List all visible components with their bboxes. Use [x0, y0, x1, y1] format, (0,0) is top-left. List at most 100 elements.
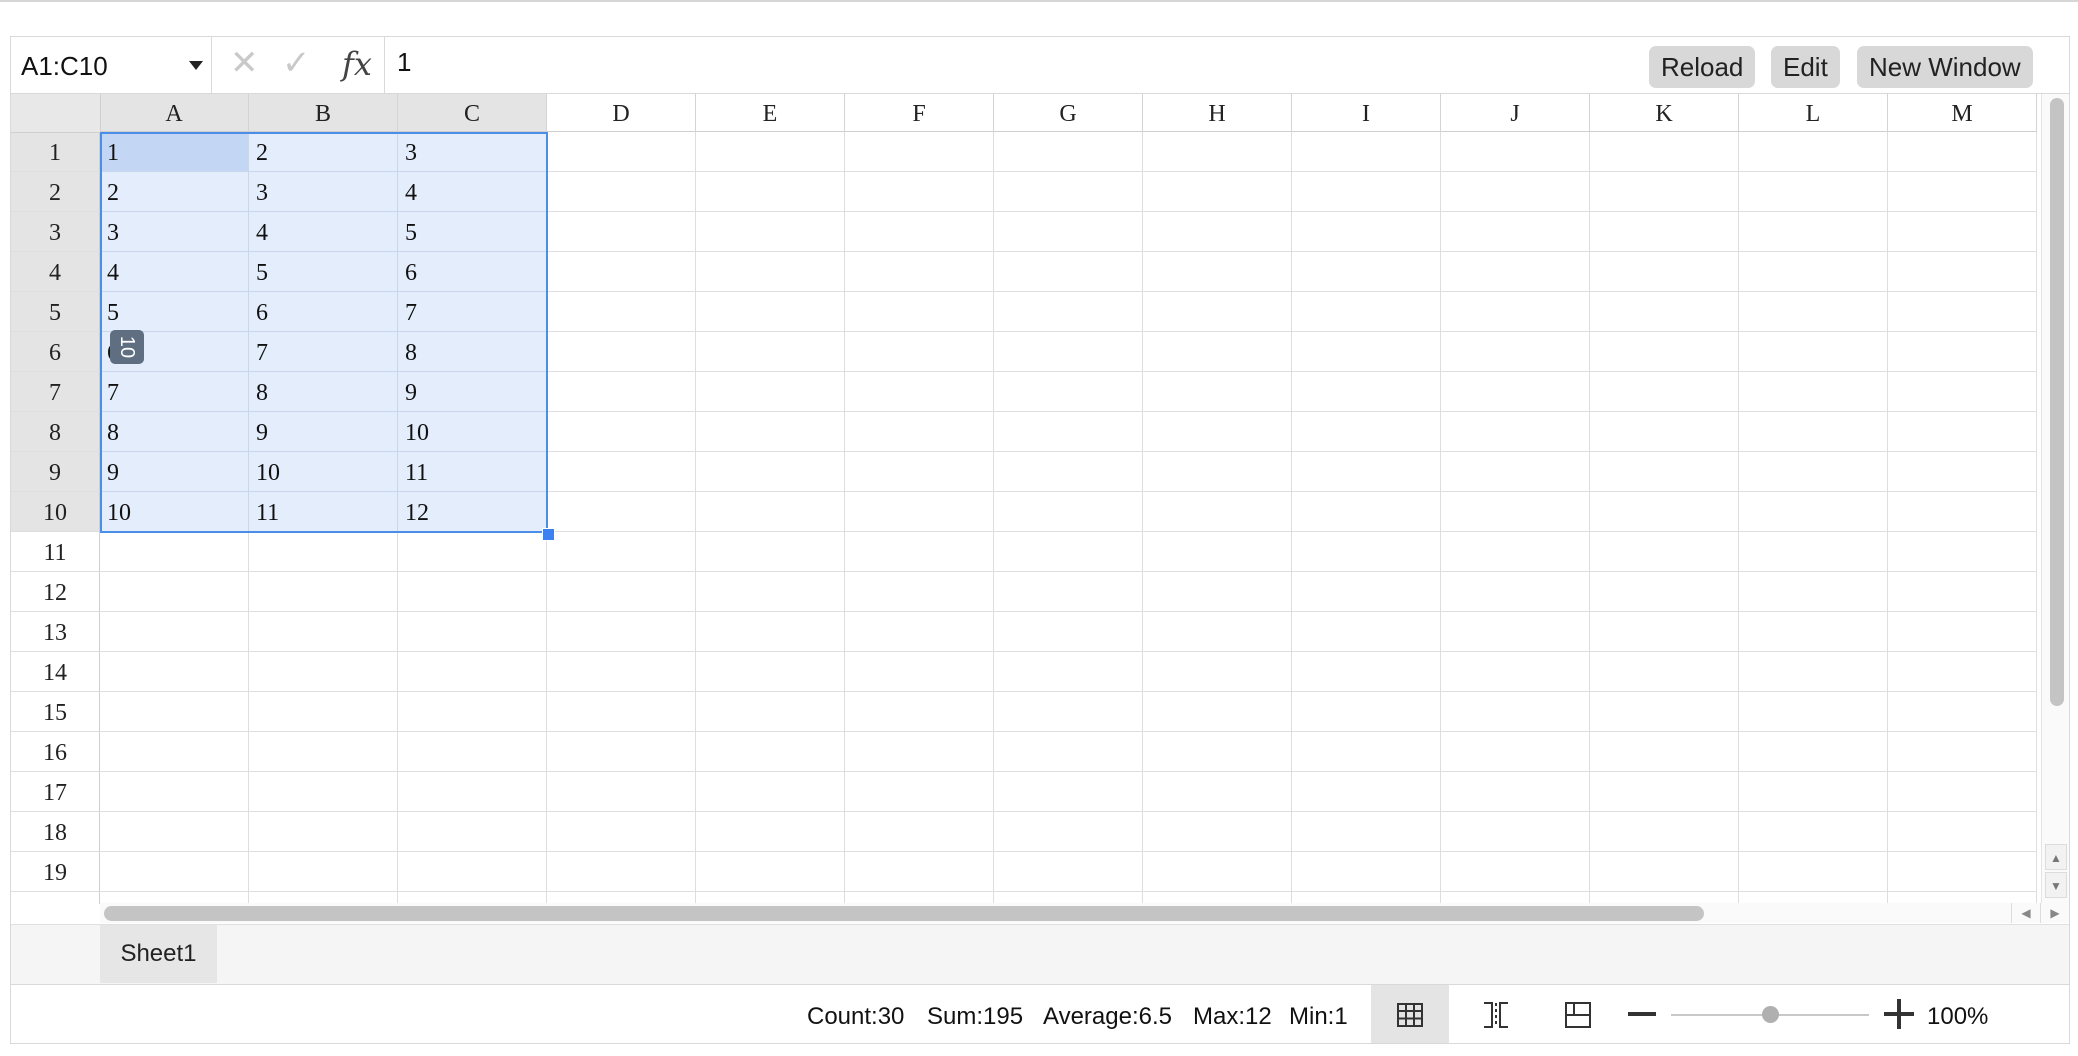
cell-l14[interactable] — [1739, 652, 1888, 692]
plus-icon[interactable] — [1884, 999, 1914, 1029]
cell-i15[interactable] — [1292, 692, 1441, 732]
cell-i17[interactable] — [1292, 772, 1441, 812]
cell-f17[interactable] — [845, 772, 994, 812]
cell-j8[interactable] — [1441, 412, 1590, 452]
cell-m7[interactable] — [1888, 372, 2037, 412]
cell-m14[interactable] — [1888, 652, 2037, 692]
cell-f1[interactable] — [845, 132, 994, 172]
cell-f11[interactable] — [845, 532, 994, 572]
cell-f13[interactable] — [845, 612, 994, 652]
cell-e16[interactable] — [696, 732, 845, 772]
cell-m18[interactable] — [1888, 812, 2037, 852]
cell-g12[interactable] — [994, 572, 1143, 612]
row-header-18[interactable]: 18 — [11, 812, 100, 852]
row-header-15[interactable]: 15 — [11, 692, 100, 732]
cell-f3[interactable] — [845, 212, 994, 252]
cell-h13[interactable] — [1143, 612, 1292, 652]
cell-i2[interactable] — [1292, 172, 1441, 212]
cell-a14[interactable] — [100, 652, 249, 692]
cell-a18[interactable] — [100, 812, 249, 852]
row-header-2[interactable]: 2 — [11, 172, 100, 212]
cell-f7[interactable] — [845, 372, 994, 412]
horizontal-scroll-thumb[interactable] — [104, 906, 1704, 921]
cell-b6[interactable]: 7 — [249, 332, 398, 372]
cell-g19[interactable] — [994, 852, 1143, 892]
cell-k8[interactable] — [1590, 412, 1739, 452]
row-header-19[interactable]: 19 — [11, 852, 100, 892]
cell-h17[interactable] — [1143, 772, 1292, 812]
cell-g1[interactable] — [994, 132, 1143, 172]
row-header-8[interactable]: 8 — [11, 412, 100, 452]
cell-h14[interactable] — [1143, 652, 1292, 692]
cell-j3[interactable] — [1441, 212, 1590, 252]
cell-h12[interactable] — [1143, 572, 1292, 612]
cell-g11[interactable] — [994, 532, 1143, 572]
cell-a16[interactable] — [100, 732, 249, 772]
cell-j7[interactable] — [1441, 372, 1590, 412]
cell-h4[interactable] — [1143, 252, 1292, 292]
row-header-5[interactable]: 5 — [11, 292, 100, 332]
cell-m10[interactable] — [1888, 492, 2037, 532]
cell-h1[interactable] — [1143, 132, 1292, 172]
cell-a11[interactable] — [100, 532, 249, 572]
cell-g2[interactable] — [994, 172, 1143, 212]
cell-f2[interactable] — [845, 172, 994, 212]
close-icon[interactable]: ✕ — [230, 43, 259, 83]
cell-b8[interactable]: 9 — [249, 412, 398, 452]
cell-e15[interactable] — [696, 692, 845, 732]
cell-l2[interactable] — [1739, 172, 1888, 212]
fill-handle[interactable] — [542, 528, 555, 541]
scroll-left-icon[interactable]: ◀ — [2011, 903, 2040, 923]
cell-k4[interactable] — [1590, 252, 1739, 292]
cell-i11[interactable] — [1292, 532, 1441, 572]
cell-m5[interactable] — [1888, 292, 2037, 332]
cell-e17[interactable] — [696, 772, 845, 812]
cell-c16[interactable] — [398, 732, 547, 772]
cell-m12[interactable] — [1888, 572, 2037, 612]
cell-j11[interactable] — [1441, 532, 1590, 572]
cell-b5[interactable]: 6 — [249, 292, 398, 332]
reload-button[interactable]: Reload — [1649, 46, 1756, 88]
cell-c11[interactable] — [398, 532, 547, 572]
cell-a5[interactable]: 5 — [100, 292, 249, 332]
cell-i9[interactable] — [1292, 452, 1441, 492]
cell-j5[interactable] — [1441, 292, 1590, 332]
column-header-a[interactable]: A — [100, 94, 249, 132]
row-header-12[interactable]: 12 — [11, 572, 100, 612]
cell-i7[interactable] — [1292, 372, 1441, 412]
cell-l9[interactable] — [1739, 452, 1888, 492]
sheet-tab[interactable]: Sheet1 — [100, 925, 217, 983]
cell-d13[interactable] — [547, 612, 696, 652]
cell-i13[interactable] — [1292, 612, 1441, 652]
new-window-button[interactable]: New Window — [1857, 46, 2033, 88]
row-header-6[interactable]: 6 — [11, 332, 100, 372]
cell-d16[interactable] — [547, 732, 696, 772]
row-header-4[interactable]: 4 — [11, 252, 100, 292]
cell-j10[interactable] — [1441, 492, 1590, 532]
cell-m17[interactable] — [1888, 772, 2037, 812]
scroll-down-icon[interactable]: ▼ — [2045, 872, 2067, 898]
cell-g14[interactable] — [994, 652, 1143, 692]
cell-d1[interactable] — [547, 132, 696, 172]
minus-icon[interactable] — [1628, 1012, 1656, 1016]
cell-l7[interactable] — [1739, 372, 1888, 412]
cell-a19[interactable] — [100, 852, 249, 892]
cell-k12[interactable] — [1590, 572, 1739, 612]
cell-i18[interactable] — [1292, 812, 1441, 852]
cell-d4[interactable] — [547, 252, 696, 292]
cell-i1[interactable] — [1292, 132, 1441, 172]
cell-h7[interactable] — [1143, 372, 1292, 412]
normal-view-button[interactable] — [1371, 985, 1449, 1043]
cell-e3[interactable] — [696, 212, 845, 252]
cell-i4[interactable] — [1292, 252, 1441, 292]
cell-f5[interactable] — [845, 292, 994, 332]
cell-k16[interactable] — [1590, 732, 1739, 772]
cell-h9[interactable] — [1143, 452, 1292, 492]
cell-d18[interactable] — [547, 812, 696, 852]
cell-c14[interactable] — [398, 652, 547, 692]
cell-d14[interactable] — [547, 652, 696, 692]
cell-b11[interactable] — [249, 532, 398, 572]
cell-b16[interactable] — [249, 732, 398, 772]
cell-f4[interactable] — [845, 252, 994, 292]
column-header-g[interactable]: G — [994, 94, 1143, 132]
